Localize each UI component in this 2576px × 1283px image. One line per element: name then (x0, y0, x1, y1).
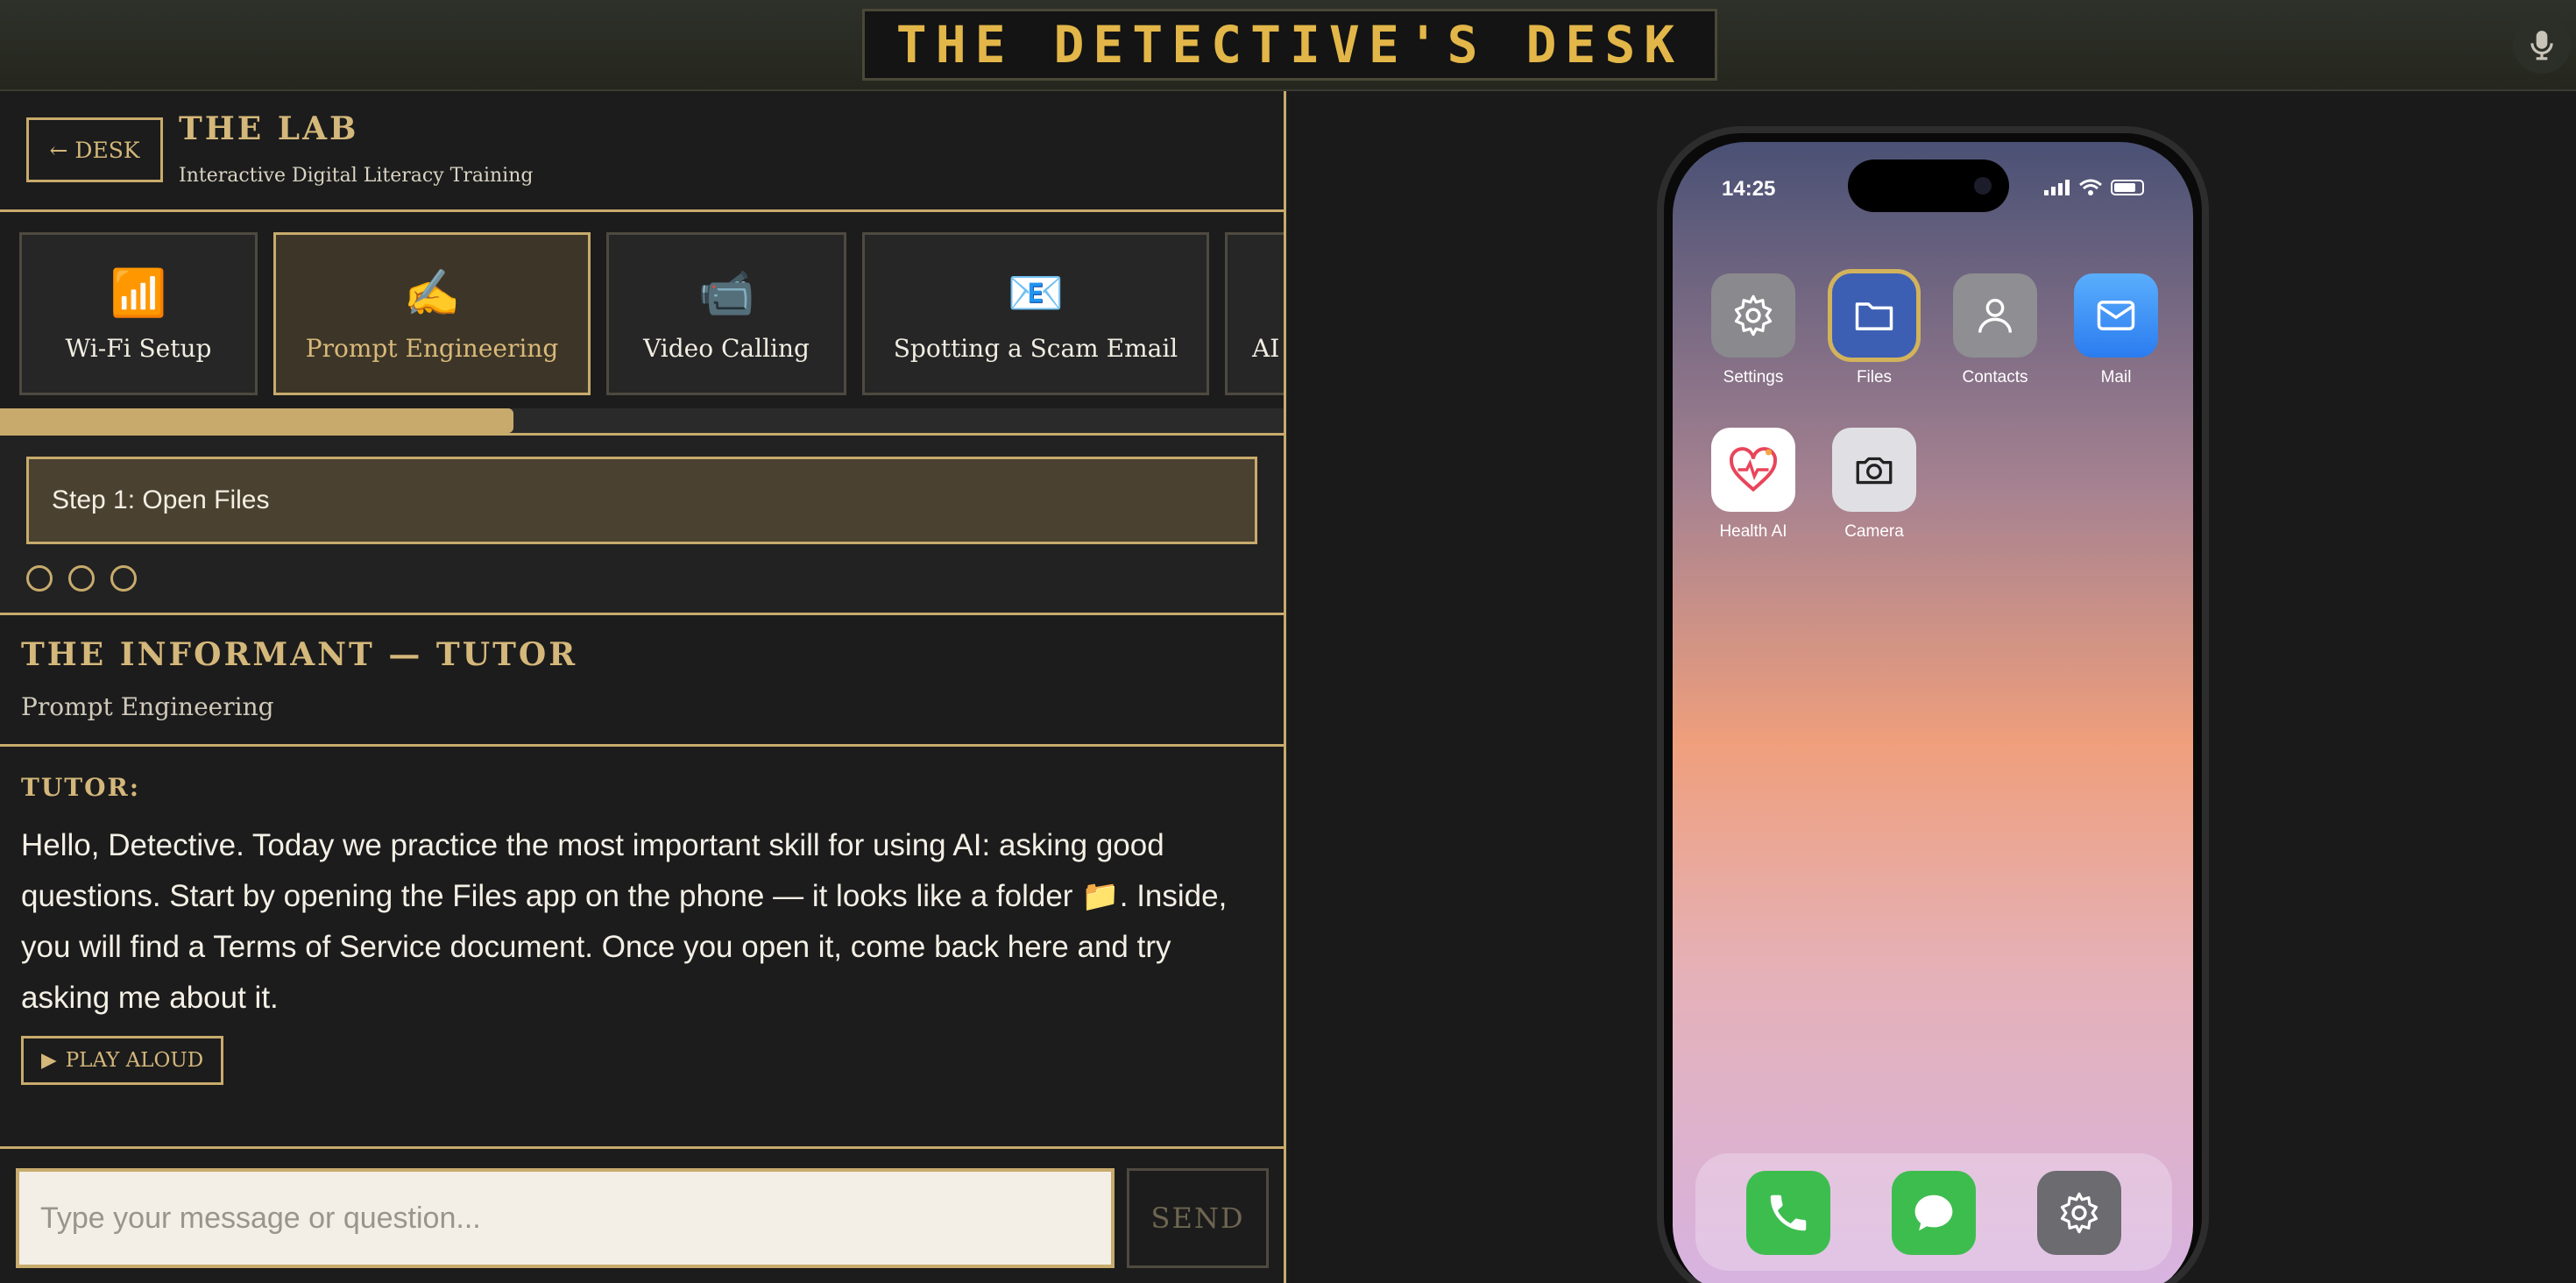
message-sender: TUTOR: (21, 773, 141, 802)
phone-icon (1770, 1194, 1807, 1231)
play-aloud-button[interactable]: ▶ PLAY ALOUD (21, 1036, 224, 1085)
message-input[interactable] (16, 1168, 1115, 1268)
module-label: AI (1252, 333, 1280, 363)
folder-icon (1832, 273, 1916, 358)
play-aloud-label: PLAY ALOUD (65, 1049, 204, 1072)
top-bar: THE DETECTIVE'S DESK (0, 0, 2576, 91)
module-label: Prompt Engineering (305, 333, 559, 363)
lab-subtitle: Interactive Digital Literacy Training (179, 165, 534, 187)
person-icon (1953, 273, 2037, 358)
app-label: Settings (1723, 368, 1784, 386)
app-label: Camera (1844, 522, 1904, 541)
dock-phone[interactable] (1746, 1171, 1830, 1255)
message-text: Hello, Detective. Today we practice the … (21, 828, 1228, 1015)
send-button[interactable]: SEND (1127, 1168, 1269, 1268)
phone-panel: 14:25 Settings Files Contacts Mail Healt… (1289, 91, 2576, 1283)
app-settings[interactable]: Settings (1711, 273, 1795, 387)
module-spotting-scam-email[interactable]: 📧 Spotting a Scam Email (862, 232, 1209, 395)
status-icons (2044, 179, 2144, 196)
step-dot[interactable] (110, 565, 137, 592)
module-label: Spotting a Scam Email (893, 333, 1178, 363)
module-video-calling[interactable]: 📹 Video Calling (606, 232, 846, 395)
app-health-ai[interactable]: Health AI (1711, 428, 1795, 542)
app-label: Health AI (1719, 522, 1787, 541)
app-camera[interactable]: Camera (1832, 428, 1916, 542)
module-carousel: 📶 Wi-Fi Setup ✍️ Prompt Engineering 📹 Vi… (0, 215, 1284, 404)
email-icon: 📧 (1007, 267, 1065, 319)
lab-header: ← DESK THE LAB Interactive Digital Liter… (0, 91, 1284, 212)
progress-fill (0, 408, 513, 433)
lab-title: THE LAB (179, 110, 359, 147)
step-dot[interactable] (68, 565, 95, 592)
microphone-icon (2530, 31, 2553, 60)
message-icon (1914, 1194, 1953, 1231)
tutor-message: TUTOR: Hello, Detective. Today we practi… (0, 747, 1284, 1146)
status-time: 14:25 (1722, 177, 1776, 201)
app-label: Contacts (1962, 368, 2028, 386)
tutor-title: THE INFORMANT — TUTOR (21, 636, 578, 673)
message-composer: SEND (0, 1146, 1284, 1283)
tutor-header: THE INFORMANT — TUTOR Prompt Engineering (0, 615, 1284, 747)
phone-home-screen: 14:25 Settings Files Contacts Mail Healt… (1673, 142, 2193, 1283)
lab-panel: ← DESK THE LAB Interactive Digital Liter… (0, 91, 1286, 1283)
gear-icon (2060, 1192, 2098, 1234)
signal-bars-icon: 📶 (110, 267, 167, 319)
tutor-subtitle: Prompt Engineering (21, 692, 274, 721)
play-icon: ▶ (41, 1049, 57, 1072)
app-label: Mail (2100, 368, 2132, 386)
app-title: THE DETECTIVE'S DESK (862, 9, 1717, 81)
battery-icon (2111, 180, 2144, 195)
dock-settings[interactable] (2037, 1171, 2121, 1255)
back-to-desk-button[interactable]: ← DESK (26, 117, 163, 182)
microphone-button[interactable] (2513, 16, 2571, 74)
module-ai[interactable]: AI (1225, 232, 1284, 395)
cellular-signal-icon (2044, 180, 2070, 195)
dynamic-island (1848, 159, 2009, 212)
gear-icon (1711, 273, 1795, 358)
wifi-icon (2079, 179, 2102, 195)
front-camera-icon (1974, 177, 1992, 195)
step-dot[interactable] (26, 565, 53, 592)
module-label: Wi-Fi Setup (65, 333, 212, 363)
module-label: Video Calling (643, 333, 810, 363)
app-files[interactable]: Files (1832, 273, 1916, 387)
step-indicators (26, 565, 137, 592)
app-contacts[interactable]: Contacts (1953, 273, 2037, 387)
module-prompt-engineering[interactable]: ✍️ Prompt Engineering (273, 232, 591, 395)
app-label: Files (1856, 368, 1893, 386)
step-area: Step 1: Open Files (0, 433, 1284, 615)
video-camera-icon: 📹 (697, 267, 755, 319)
camera-icon (1832, 428, 1916, 512)
mail-icon (2074, 273, 2158, 358)
phone-frame: 14:25 Settings Files Contacts Mail Healt… (1657, 126, 2209, 1283)
heart-icon (1711, 428, 1795, 512)
app-mail[interactable]: Mail (2074, 273, 2158, 387)
lesson-progress-bar (0, 408, 1284, 433)
current-step[interactable]: Step 1: Open Files (26, 457, 1257, 544)
dock-messages[interactable] (1892, 1171, 1976, 1255)
writing-hand-icon: ✍️ (403, 267, 461, 319)
module-wifi-setup[interactable]: 📶 Wi-Fi Setup (19, 232, 258, 395)
app-dock (1695, 1153, 2172, 1271)
